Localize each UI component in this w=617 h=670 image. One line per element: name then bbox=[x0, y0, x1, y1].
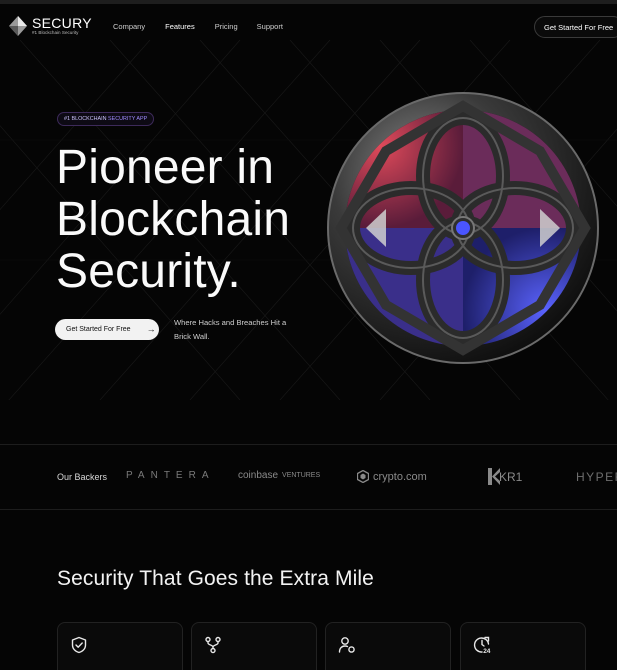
brand-name: SECURY bbox=[32, 15, 92, 31]
backers-top-divider bbox=[0, 444, 617, 445]
page: SECURY #1 Blockchain Security Company Fe… bbox=[0, 0, 617, 670]
backer-logo-hypers: HYPERS bbox=[576, 470, 617, 484]
backers-bottom-divider bbox=[0, 509, 617, 510]
hero-headline: Pioneer in Blockchain Security. bbox=[56, 142, 290, 298]
git-branch-icon bbox=[205, 636, 221, 654]
security-sphere-graphic bbox=[327, 92, 599, 364]
hero-badge: #1 BLOCKCHAIN SECURITY APP bbox=[57, 112, 155, 126]
badge-prefix: #1 BLOCKCHAIN bbox=[64, 116, 107, 122]
feature-card-3[interactable] bbox=[325, 622, 451, 670]
backers-label: Our Backers bbox=[57, 472, 108, 482]
badge-highlight: SECURITY APP bbox=[108, 116, 148, 122]
shield-check-icon bbox=[71, 636, 87, 654]
backer-hypers-text: HYPERS bbox=[576, 470, 617, 484]
backer-logo-coinbase: coinbase VENTURES bbox=[238, 470, 320, 481]
logo-text: SECURY #1 Blockchain Security bbox=[32, 16, 92, 36]
hero-subtext: Where Hacks and Breaches Hit a Brick Wal… bbox=[174, 318, 287, 341]
backer-coinbase-text: coinbase bbox=[238, 470, 279, 481]
backer-logo-pantera: PANTERA bbox=[126, 470, 215, 481]
feature-card-2[interactable] bbox=[191, 622, 317, 670]
main-nav: Company Features Pricing Support bbox=[113, 22, 283, 31]
backer-crypto-com-text: crypto.com bbox=[373, 470, 427, 483]
brand-tagline: #1 Blockchain Security bbox=[32, 30, 79, 35]
hero-cta-label: Get Started For Free bbox=[66, 326, 131, 333]
hero-get-started-button[interactable]: Get Started For Free → bbox=[55, 319, 159, 340]
headline-line-3: Security. bbox=[56, 245, 241, 298]
nav-item-features[interactable]: Features bbox=[165, 22, 195, 31]
brand-logo[interactable]: SECURY #1 Blockchain Security bbox=[8, 15, 92, 37]
crypto-com-icon bbox=[357, 470, 369, 483]
logo-mark-icon bbox=[9, 16, 27, 36]
features-section-title: Security That Goes the Extra Mile bbox=[57, 567, 374, 590]
backer-logo-crypto-com: crypto.com bbox=[357, 470, 427, 483]
nav-item-pricing[interactable]: Pricing bbox=[215, 22, 238, 31]
headline-line-2: Blockchain bbox=[56, 193, 291, 246]
nav-item-company[interactable]: Company bbox=[113, 22, 145, 31]
feature-card-1[interactable] bbox=[57, 622, 183, 670]
backer-logo-kr1: KR1 bbox=[488, 468, 522, 485]
backer-pantera-text: PANTERA bbox=[126, 470, 215, 481]
top-border bbox=[0, 0, 617, 4]
backer-coinbase-ventures-text: VENTURES bbox=[282, 472, 321, 479]
backer-kr1-text: KR1 bbox=[499, 469, 523, 484]
svg-text:24: 24 bbox=[483, 648, 491, 654]
user-settings-icon bbox=[338, 637, 355, 653]
clock-24-icon: 24 bbox=[473, 636, 491, 654]
nav-item-support[interactable]: Support bbox=[257, 22, 283, 31]
arrow-right-icon: → bbox=[146, 324, 156, 334]
headline-line-1: Pioneer in bbox=[56, 141, 275, 194]
feature-card-4[interactable]: 24 bbox=[460, 622, 586, 670]
nav-get-started-button[interactable]: Get Started For Free bbox=[534, 16, 617, 38]
